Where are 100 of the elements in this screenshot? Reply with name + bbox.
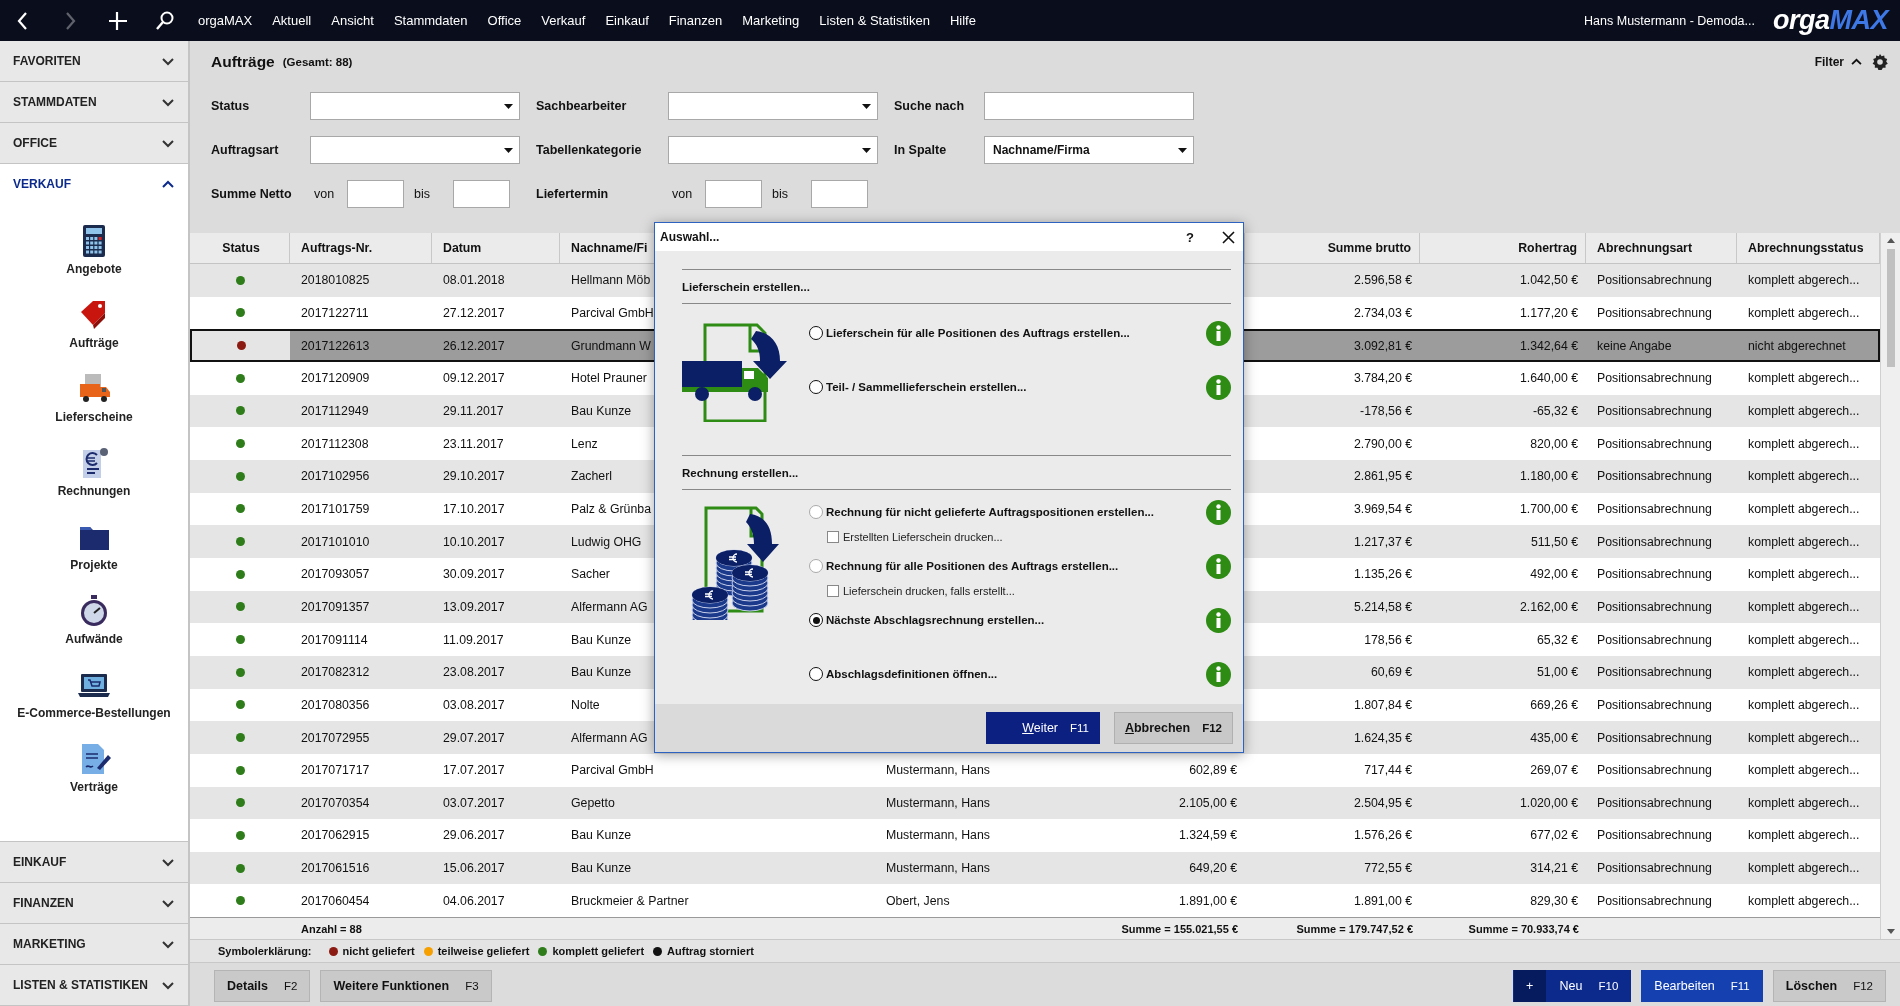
menu-item[interactable]: Listen & Statistiken: [809, 13, 940, 28]
filter-toggle[interactable]: Filter: [1814, 54, 1844, 69]
dropdown-field[interactable]: [310, 136, 520, 164]
footer-button[interactable]: Weitere Funktionen F3: [320, 969, 492, 1002]
nav-item[interactable]: Aufwände: [65, 632, 123, 646]
dropdown-field[interactable]: [668, 92, 878, 120]
section-header[interactable]: LISTEN & STATISTIKEN: [0, 965, 188, 1006]
column-header[interactable]: Nachname/Fi: [571, 241, 648, 255]
menu-item[interactable]: Finanzen: [658, 13, 733, 28]
help-button[interactable]: ?: [1186, 229, 1194, 245]
footer-button[interactable]: + Neu F10: [1512, 969, 1632, 1002]
column-header[interactable]: Auftrags-Nr.: [301, 241, 373, 255]
chevron-icon[interactable]: [1851, 57, 1862, 66]
radio-button[interactable]: [809, 613, 823, 627]
table-cell: 511,50 €: [1531, 534, 1578, 549]
menu-item[interactable]: Aktuell: [262, 13, 322, 28]
dropdown-field[interactable]: Nachname/Firma: [984, 136, 1194, 164]
dialog-button[interactable]: Abbrechen F12: [1114, 712, 1233, 744]
radio-button[interactable]: [809, 380, 823, 394]
info-icon[interactable]: [1206, 499, 1231, 525]
close-icon[interactable]: [1222, 230, 1235, 244]
table-cell: 2017080356: [301, 697, 370, 712]
table-cell: Positionsabrechnung: [1597, 306, 1712, 320]
dropdown-arrow-icon: [504, 103, 513, 109]
footer-button[interactable]: Bearbeiten F11: [1641, 969, 1763, 1002]
dropdown-field[interactable]: [310, 92, 520, 120]
nav-item[interactable]: Angebote: [66, 262, 122, 276]
menu-item[interactable]: Einkauf: [595, 13, 659, 28]
dropdown-field[interactable]: [668, 136, 878, 164]
table-cell: -65,32 €: [1532, 403, 1578, 418]
section-header[interactable]: FINANZEN: [0, 883, 188, 924]
input-field[interactable]: [453, 180, 510, 208]
table-cell: Grundmann W: [571, 338, 651, 353]
table-cell: komplett abgerech...: [1748, 436, 1860, 451]
menu-item[interactable]: Office: [477, 13, 532, 28]
menu-item[interactable]: Hilfe: [939, 13, 986, 28]
input-field[interactable]: [347, 180, 404, 208]
footer-button[interactable]: Details F2: [214, 969, 311, 1002]
input-field[interactable]: [705, 180, 762, 208]
settings-icon[interactable]: [1872, 53, 1888, 70]
nav-item[interactable]: E-Commerce-Bestellungen: [17, 706, 171, 720]
table-cell: Hellmann Möb: [571, 273, 651, 288]
table-cell: 602,89 €: [1189, 763, 1237, 778]
dialog-button[interactable]: Weiter F11: [986, 712, 1100, 744]
table-cell: 17.10.2017: [443, 501, 505, 516]
chevron-icon: [162, 56, 174, 66]
column-header[interactable]: Summe brutto: [1327, 241, 1411, 255]
table-cell: Palz & Grünba: [571, 501, 651, 516]
table-cell: 2017062915: [301, 828, 370, 843]
column-header[interactable]: Rohertrag: [1518, 241, 1577, 255]
page-title: Aufträge: [211, 52, 275, 71]
text-field[interactable]: [984, 92, 1194, 120]
info-icon[interactable]: [1206, 374, 1231, 400]
search-icon[interactable]: [155, 10, 174, 31]
menu-item[interactable]: Ansicht: [321, 13, 384, 28]
table-cell: Positionsabrechnung: [1597, 403, 1712, 418]
menu-item[interactable]: Marketing: [732, 13, 810, 28]
checkbox-label: Erstellten Lieferschein drucken...: [843, 531, 1003, 543]
info-icon[interactable]: [1206, 607, 1231, 633]
nav-item[interactable]: Lieferscheine: [55, 410, 133, 424]
info-icon[interactable]: [1206, 320, 1231, 346]
table-cell: komplett abgerech...: [1748, 273, 1860, 288]
info-icon[interactable]: [1206, 661, 1231, 687]
table-cell: 2.105,00 €: [1178, 795, 1237, 810]
column-header[interactable]: Abrechnungsstatus: [1748, 241, 1864, 255]
section-header[interactable]: MARKETING: [0, 924, 188, 965]
column-header[interactable]: Datum: [443, 241, 482, 255]
table-cell: 09.12.2017: [443, 371, 505, 386]
nav-item[interactable]: Rechnungen: [57, 484, 131, 498]
column-header[interactable]: Abrechnungsart: [1597, 241, 1692, 255]
input-field[interactable]: [811, 180, 868, 208]
table-cell: 1.135,26 €: [1353, 567, 1412, 582]
table-cell: 829,30 €: [1530, 893, 1578, 908]
menu-item[interactable]: orgaMAX: [188, 13, 263, 28]
table-cell: Mustermann, Hans: [886, 861, 990, 876]
table-cell: Bau Kunze: [571, 861, 632, 876]
plus-icon[interactable]: [108, 10, 127, 31]
nav-item[interactable]: Verträge: [70, 780, 118, 794]
section-header[interactable]: OFFICE: [0, 123, 188, 164]
table-cell: 23.08.2017: [443, 665, 505, 680]
table-cell: Bau Kunze: [571, 665, 632, 680]
section-header[interactable]: EINKAUF: [0, 842, 188, 883]
radio-button[interactable]: [809, 326, 823, 340]
table-cell: 2017061516: [301, 861, 370, 876]
table-cell: Positionsabrechnung: [1597, 371, 1712, 386]
menu-item[interactable]: Stammdaten: [383, 13, 478, 28]
table-cell: Positionsabrechnung: [1597, 436, 1712, 451]
table-cell: Positionsabrechnung: [1597, 567, 1712, 582]
table-cell: komplett abgerech...: [1748, 534, 1860, 549]
column-header[interactable]: Status: [222, 241, 260, 255]
nav-item[interactable]: Projekte: [70, 558, 118, 572]
radio-button[interactable]: [809, 667, 823, 681]
footer-button[interactable]: Löschen F12: [1772, 969, 1886, 1002]
section-header[interactable]: STAMMDATEN: [0, 82, 188, 123]
section-label: STAMMDATEN: [13, 95, 97, 109]
user-name[interactable]: Hans Mustermann - Demoda...: [1584, 13, 1755, 28]
nav-item[interactable]: Aufträge: [69, 336, 119, 350]
menu-item[interactable]: Verkauf: [531, 13, 596, 28]
section-header[interactable]: FAVORITEN: [0, 41, 188, 82]
info-icon[interactable]: [1206, 553, 1231, 579]
